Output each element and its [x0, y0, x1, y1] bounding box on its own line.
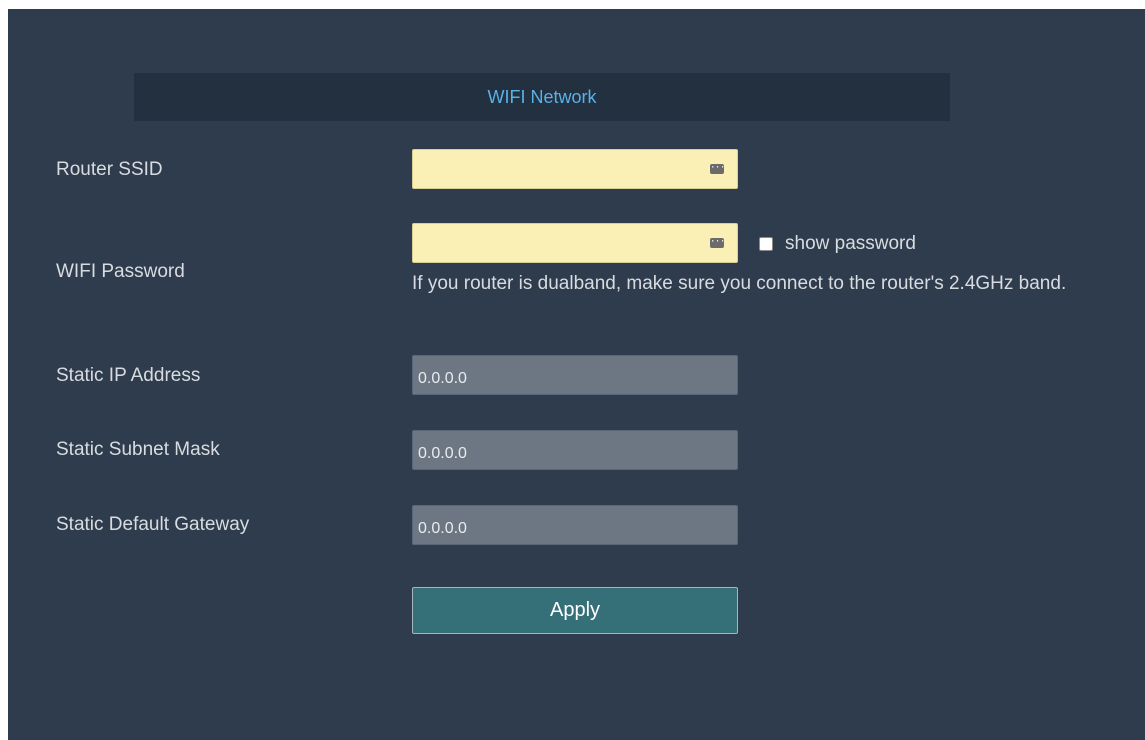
- wifi-settings-panel: WIFI Network Router SSID ··· WIFI Passwo…: [8, 9, 1145, 740]
- show-password-label[interactable]: show password: [785, 233, 916, 255]
- show-password-checkbox[interactable]: [759, 237, 773, 251]
- static-ip-input[interactable]: [412, 355, 738, 395]
- router-ssid-label: Router SSID: [56, 159, 163, 180]
- dualband-note: If you router is dualband, make sure you…: [412, 273, 1067, 294]
- wifi-password-label: WIFI Password: [56, 261, 185, 282]
- wifi-password-input[interactable]: [412, 223, 738, 263]
- show-password-toggle[interactable]: show password: [759, 233, 916, 255]
- password-manager-key-icon[interactable]: ···: [710, 238, 725, 248]
- default-gateway-input[interactable]: [412, 505, 738, 545]
- password-manager-key-icon[interactable]: ···: [710, 164, 725, 174]
- router-ssid-input[interactable]: [412, 149, 738, 189]
- apply-button[interactable]: Apply: [412, 587, 738, 634]
- default-gateway-label: Static Default Gateway: [56, 514, 250, 535]
- subnet-mask-label: Static Subnet Mask: [56, 439, 220, 460]
- subnet-mask-input[interactable]: [412, 430, 738, 470]
- section-title: WIFI Network: [487, 87, 597, 107]
- section-header: WIFI Network: [134, 73, 950, 121]
- static-ip-label: Static IP Address: [56, 365, 201, 386]
